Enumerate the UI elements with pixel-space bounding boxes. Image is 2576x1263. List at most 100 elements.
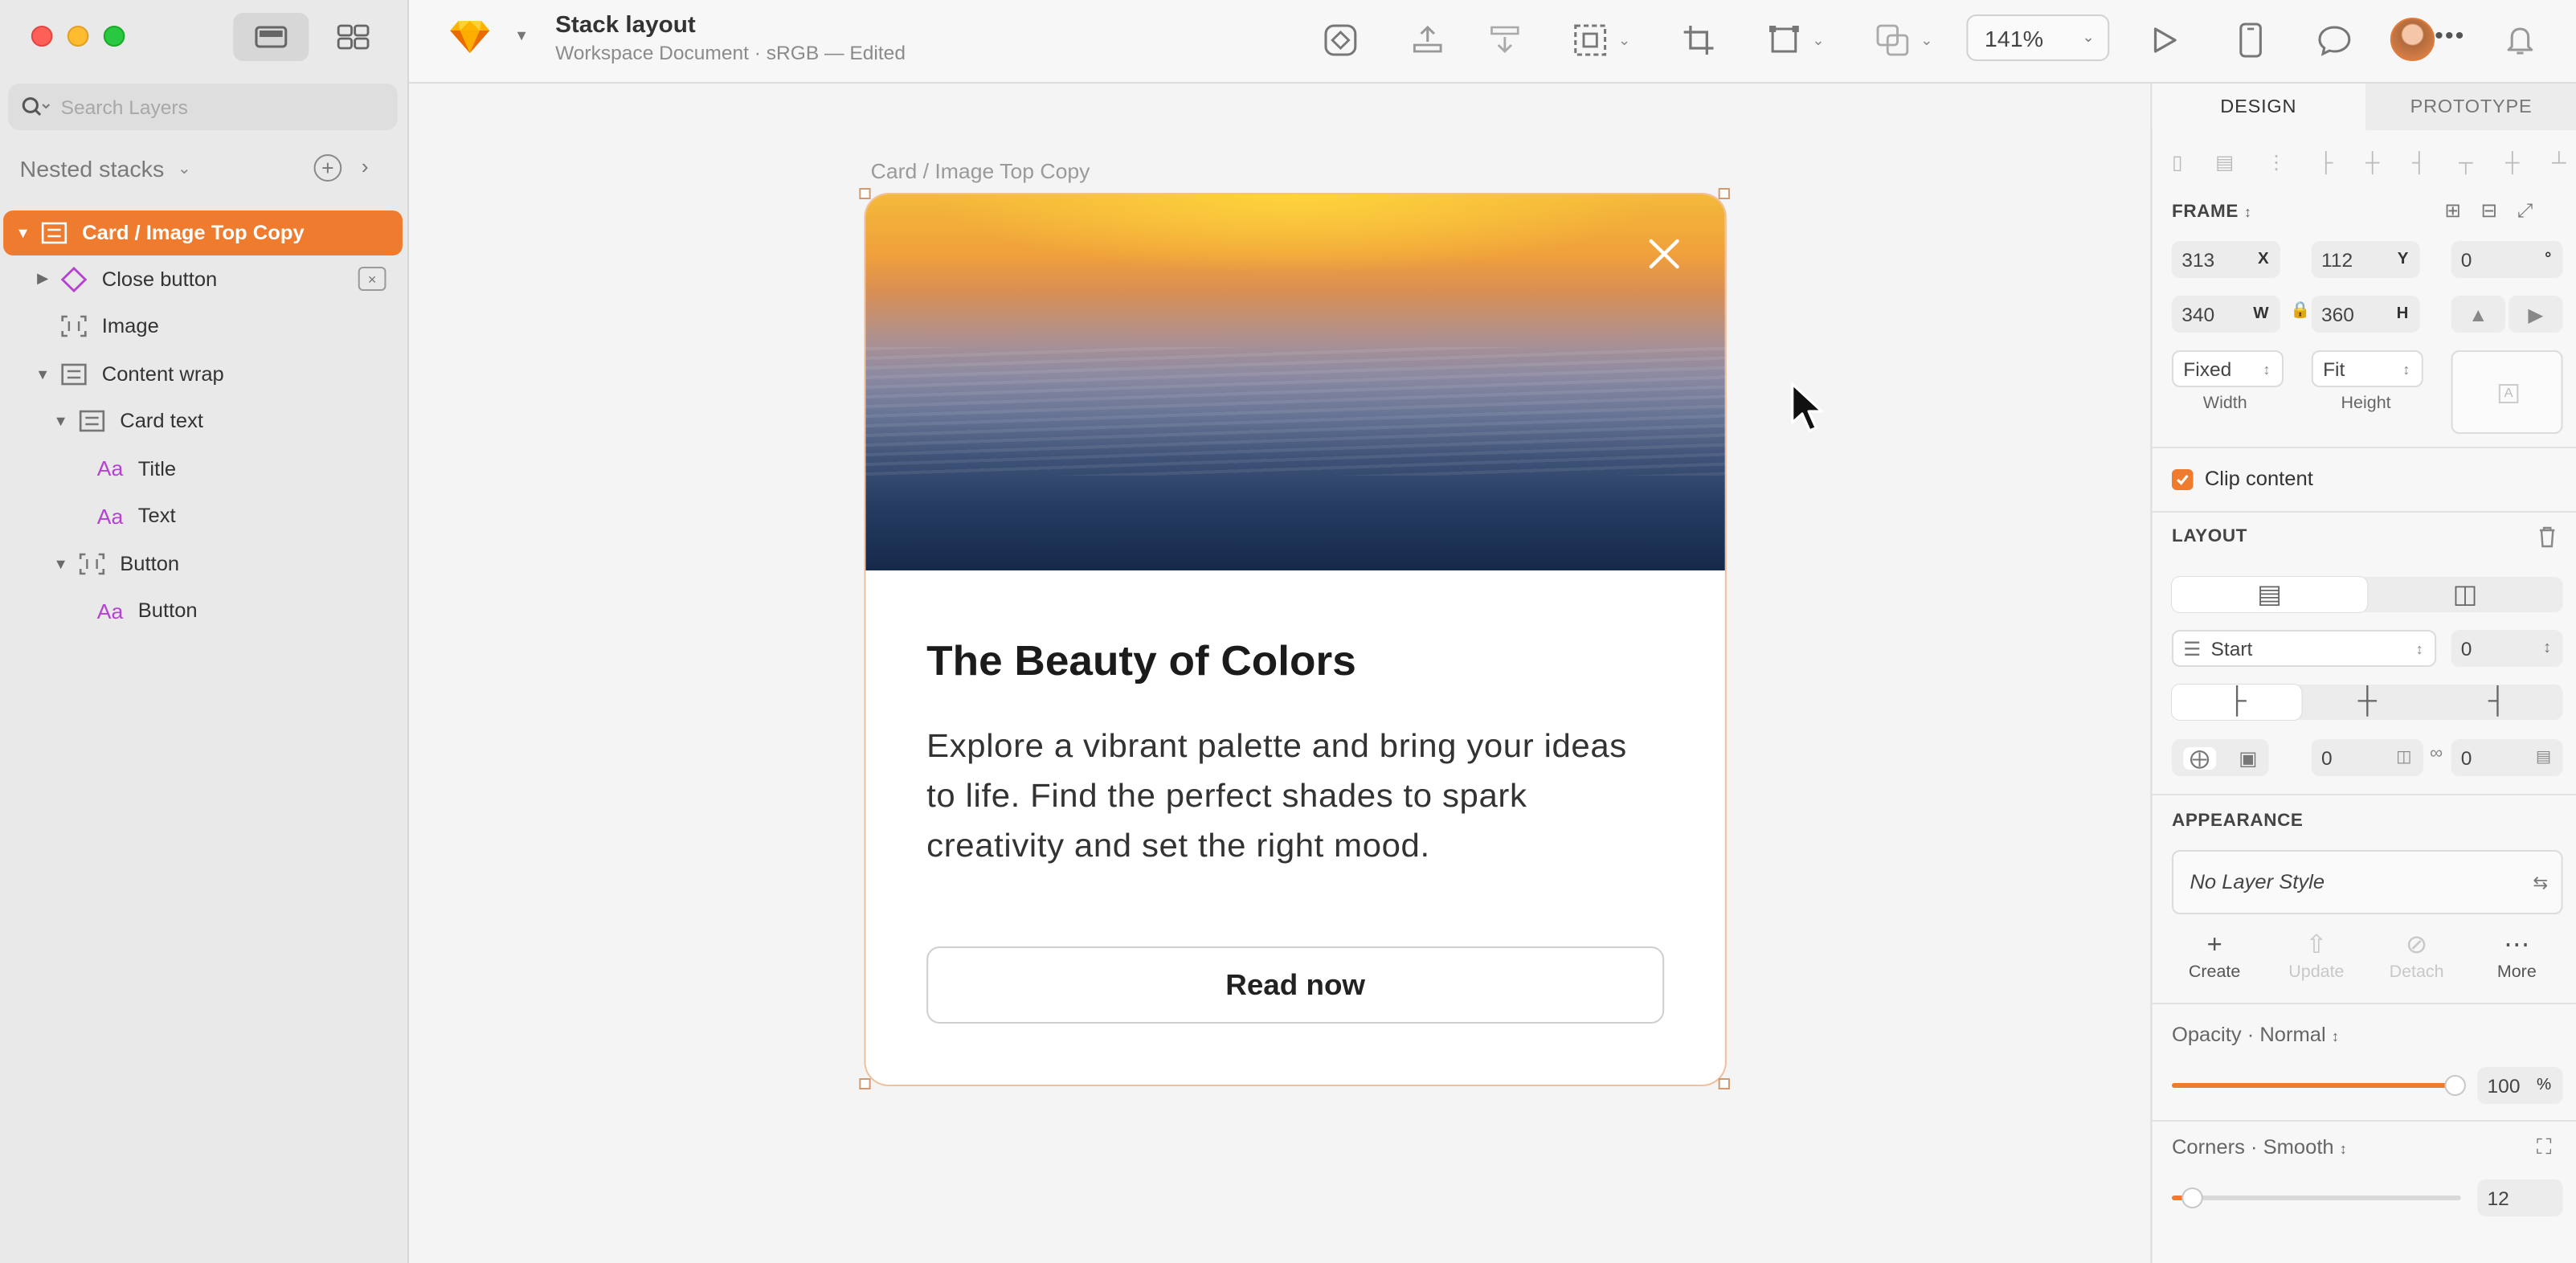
frame-tool-button[interactable]: ⌄ [1766, 21, 1825, 59]
height-mode-select[interactable]: Fit ↕ [2311, 350, 2423, 387]
distribute-horizontal-icon[interactable]: ▯ [2172, 151, 2183, 174]
disclosure-open-icon[interactable]: ▼ [33, 366, 53, 382]
grid-view-button[interactable] [316, 13, 391, 61]
canvas-view-button[interactable] [233, 13, 309, 61]
minimize-window-button[interactable] [67, 26, 89, 47]
rotation-field[interactable]: 0 ° [2451, 241, 2563, 278]
align-middle-icon[interactable]: ┼ [2505, 151, 2519, 174]
resizing-constraints-widget[interactable]: A [2451, 350, 2563, 434]
trash-icon[interactable] [2537, 525, 2558, 548]
layer-title[interactable]: Aa Title [0, 445, 409, 493]
align-center-button[interactable]: ┼ [2302, 685, 2432, 720]
frame-label[interactable]: Card / Image Top Copy [871, 159, 1090, 183]
padding-mode-toggle[interactable]: ⨁ ▣ [2171, 739, 2269, 776]
card-text[interactable]: Explore a vibrant palette and bring your… [926, 721, 1650, 871]
layer-image[interactable]: Image [0, 303, 409, 350]
horizontal-padding-field[interactable]: 0 ◫ [2311, 739, 2423, 776]
tidy-icon[interactable]: ⋮ [2267, 151, 2287, 174]
clip-content-checkbox[interactable] [2171, 469, 2194, 490]
layer-card-text[interactable]: ▼ Card text [0, 398, 409, 445]
flip-vertical-button[interactable]: ▶ [2509, 296, 2563, 333]
layer-text[interactable]: Aa Text [0, 493, 409, 540]
fit-selection-icon[interactable]: ⊟ [2480, 199, 2497, 223]
align-start-button[interactable]: ├ [2171, 685, 2303, 720]
corner-radius-field[interactable]: 12 [2477, 1179, 2563, 1216]
canvas[interactable]: Card / Image Top Copy The Beauty of Colo… [409, 84, 2151, 1263]
opacity-slider-knob[interactable] [2444, 1075, 2466, 1096]
vertical-stack-button[interactable]: ▤ [2171, 577, 2368, 612]
individual-corners-icon[interactable]: ⛶ [2537, 1134, 2552, 1160]
align-top-icon[interactable]: ┬ [2459, 151, 2472, 174]
mirror-button[interactable] [2236, 21, 2266, 59]
align-end-button[interactable]: ┤ [2432, 685, 2562, 720]
card-title[interactable]: The Beauty of Colors [926, 636, 1356, 686]
distribute-button[interactable] [1486, 21, 1523, 59]
user-avatar[interactable] [2390, 18, 2435, 61]
chevron-down-icon[interactable]: ▼ [514, 27, 529, 43]
horizontal-stack-button[interactable]: ◫ [2367, 577, 2562, 612]
disclosure-open-icon[interactable]: ▼ [13, 225, 33, 241]
disclosure-open-icon[interactable]: ▼ [51, 556, 71, 572]
preview-button[interactable] [2147, 21, 2180, 59]
add-page-button[interactable]: + [313, 154, 342, 182]
resize-handle-bottom-left[interactable] [859, 1078, 871, 1089]
opacity-slider[interactable] [2171, 1075, 2466, 1096]
width-field[interactable]: 340 W [2171, 296, 2280, 333]
sketch-logo-icon[interactable] [448, 19, 491, 63]
gap-field[interactable]: 0 ↕ [2451, 630, 2563, 667]
resize-handle-top-right[interactable] [1718, 188, 1730, 199]
opacity-blend-select[interactable]: Opacity · Normal ↕ [2172, 1024, 2339, 1046]
page-selector[interactable]: Nested stacks ⌄ + › [20, 154, 390, 183]
crop-tool-button[interactable] [1681, 21, 1717, 59]
layer-card-image-top-copy[interactable]: ▼ Card / Image Top Copy [3, 210, 403, 255]
symbol-override-button[interactable]: × [358, 267, 386, 291]
tab-prototype[interactable]: PROTOTYPE [2365, 84, 2576, 130]
resize-handle-top-left[interactable] [859, 188, 871, 199]
collapse-icon[interactable]: ⤢ [2517, 199, 2533, 223]
tab-design[interactable]: DESIGN [2152, 84, 2365, 130]
export-button[interactable] [1409, 21, 1445, 59]
fit-content-icon[interactable]: ⊞ [2444, 199, 2461, 223]
corner-radius-slider[interactable] [2171, 1187, 2461, 1208]
close-icon[interactable] [1646, 236, 1683, 272]
mask-tool-button[interactable]: ⌄ [1572, 21, 1630, 59]
more-collaborators-icon[interactable]: ••• [2435, 22, 2465, 50]
flip-horizontal-button[interactable]: ▲ [2451, 296, 2506, 333]
disclosure-open-icon[interactable]: ▼ [51, 414, 71, 430]
resize-handle-bottom-right[interactable] [1718, 1078, 1730, 1089]
zoom-window-button[interactable] [103, 26, 125, 47]
link-icon[interactable]: ∞ [2430, 744, 2443, 763]
insert-symbol-button[interactable] [1323, 21, 1359, 59]
chevron-right-icon[interactable]: › [362, 154, 369, 178]
distribute-vertical-icon[interactable]: ▤ [2215, 151, 2234, 174]
close-window-button[interactable] [31, 26, 53, 47]
lock-icon[interactable]: 🔒 [2290, 302, 2310, 320]
height-field[interactable]: 360 H [2311, 296, 2420, 333]
disclosure-closed-icon[interactable]: ▶ [33, 271, 53, 288]
notifications-button[interactable] [2504, 21, 2537, 59]
update-style-button[interactable]: ⇧ Update [2267, 930, 2366, 982]
card-frame[interactable]: The Beauty of Colors Explore a vibrant p… [865, 194, 1725, 1085]
justify-select[interactable]: ☰ Start ↕ [2171, 630, 2437, 667]
x-position-field[interactable]: 313 X [2171, 241, 2280, 278]
comments-button[interactable] [2315, 21, 2354, 59]
more-style-button[interactable]: ⋯ More [2468, 930, 2566, 982]
align-left-icon[interactable]: ├ [2319, 151, 2333, 174]
opacity-field[interactable]: 100% [2477, 1067, 2563, 1104]
layer-button-frame[interactable]: ▼ Button [0, 540, 409, 587]
layer-close-button[interactable]: ▶ Close button × [0, 255, 409, 303]
align-bottom-icon[interactable]: ┴ [2552, 151, 2566, 174]
boolean-ops-button[interactable]: ⌄ [1875, 21, 1933, 59]
layer-search-input[interactable]: Search Layers [8, 84, 398, 130]
layer-style-select[interactable]: No Layer Style ⇆ [2171, 850, 2563, 914]
create-style-button[interactable]: + Create [2165, 930, 2264, 982]
align-right-icon[interactable]: ┤ [2412, 151, 2426, 174]
card-image[interactable] [865, 194, 1725, 570]
width-mode-select[interactable]: Fixed ↕ [2171, 350, 2284, 387]
corner-radius-slider-knob[interactable] [2181, 1187, 2204, 1208]
corners-style-select[interactable]: Corners · Smooth ↕ [2172, 1136, 2347, 1159]
zoom-select[interactable]: 141% ⌄ [1966, 14, 2110, 61]
layer-button-text[interactable]: Aa Button [0, 587, 409, 635]
layer-content-wrap[interactable]: ▼ Content wrap [0, 350, 409, 398]
align-center-icon[interactable]: ┼ [2365, 151, 2379, 174]
